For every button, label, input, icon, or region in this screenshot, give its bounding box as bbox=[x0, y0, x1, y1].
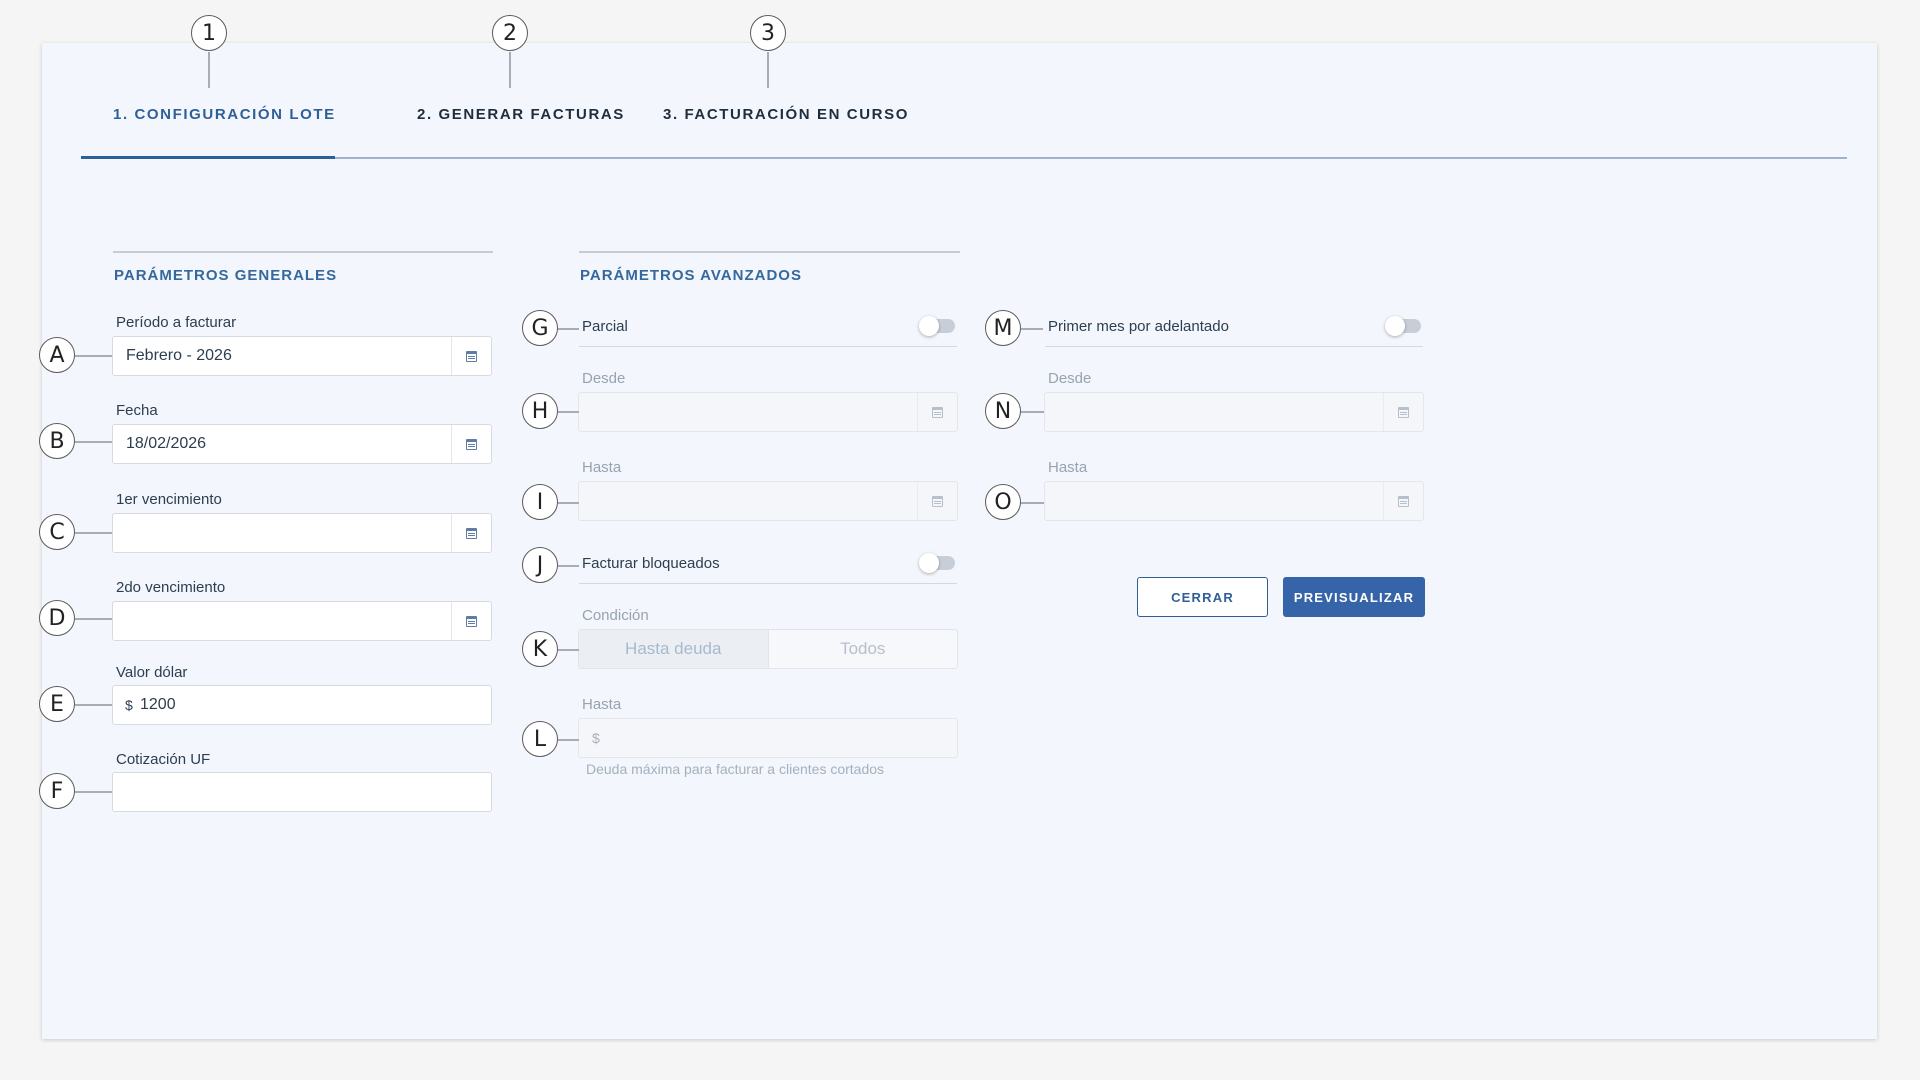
callout-d: D bbox=[39, 600, 75, 636]
desde-label: Desde bbox=[582, 370, 626, 387]
section-rule bbox=[579, 251, 960, 253]
callout-a: A bbox=[39, 337, 75, 373]
callout-leader bbox=[558, 649, 579, 651]
adelantado-desde-label: Desde bbox=[1048, 370, 1092, 387]
valor-dolar-field[interactable]: $ 1200 bbox=[112, 685, 492, 725]
callout-k: K bbox=[522, 631, 558, 667]
calendar-icon[interactable] bbox=[1383, 482, 1423, 520]
callout-leader bbox=[75, 618, 112, 620]
callout-leader bbox=[509, 52, 511, 88]
callout-leader bbox=[208, 52, 210, 88]
callout-leader bbox=[75, 704, 112, 706]
fecha-field[interactable]: 18/02/2026 bbox=[112, 424, 492, 464]
calendar-icon[interactable] bbox=[1383, 393, 1423, 431]
callout-leader bbox=[75, 441, 112, 443]
callout-leader bbox=[1021, 502, 1044, 504]
callout-o: O bbox=[985, 484, 1021, 520]
callout-j: J bbox=[522, 547, 558, 583]
tab-facturacion-en-curso[interactable]: 3. FACTURACIÓN EN CURSO bbox=[663, 106, 909, 123]
currency-prefix: $ bbox=[125, 697, 133, 713]
cotizacion-uf-field[interactable] bbox=[112, 772, 492, 812]
hasta-deuda-label: Hasta bbox=[582, 696, 622, 713]
bloqueados-toggle[interactable] bbox=[919, 553, 955, 573]
primer-mes-row: Primer mes por adelantado bbox=[1045, 307, 1423, 347]
parcial-label: Parcial bbox=[582, 318, 628, 335]
callout-h: H bbox=[522, 393, 558, 429]
cotizacion-uf-label: Cotización UF bbox=[116, 751, 211, 768]
periodo-label: Período a facturar bbox=[116, 314, 237, 331]
hasta-label: Hasta bbox=[582, 459, 622, 476]
callout-leader bbox=[558, 739, 579, 741]
periodo-value: Febrero - 2026 bbox=[126, 347, 232, 364]
callout-b: B bbox=[39, 423, 75, 459]
bloqueados-row: Facturar bloqueados bbox=[579, 544, 957, 584]
hasta-deuda-hint: Deuda máxima para facturar a clientes co… bbox=[586, 761, 885, 777]
vencimiento2-label: 2do vencimiento bbox=[116, 579, 226, 596]
tab-generar-facturas[interactable]: 2. GENERAR FACTURAS bbox=[417, 106, 625, 123]
calendar-icon[interactable] bbox=[917, 482, 957, 520]
parcial-desde-field[interactable] bbox=[578, 392, 958, 432]
callout-leader bbox=[558, 502, 579, 504]
parcial-toggle[interactable] bbox=[919, 316, 955, 336]
step-callout-2: 2 bbox=[492, 15, 528, 51]
primer-mes-toggle[interactable] bbox=[1385, 316, 1421, 336]
previsualizar-button[interactable]: PREVISUALIZAR bbox=[1283, 577, 1425, 617]
tabs-divider bbox=[81, 157, 1847, 159]
cerrar-button[interactable]: CERRAR bbox=[1137, 577, 1268, 617]
section-title-general: PARÁMETROS GENERALES bbox=[114, 267, 338, 284]
valor-dolar-value: 1200 bbox=[140, 696, 176, 713]
calendar-icon[interactable] bbox=[917, 393, 957, 431]
callout-leader bbox=[558, 411, 579, 413]
callout-f: F bbox=[39, 773, 75, 809]
parcial-hasta-field[interactable] bbox=[578, 481, 958, 521]
step-callout-1: 1 bbox=[191, 15, 227, 51]
vencimiento1-field[interactable] bbox=[112, 513, 492, 553]
fecha-label: Fecha bbox=[116, 402, 158, 419]
callout-leader bbox=[1021, 411, 1044, 413]
adelantado-hasta-label: Hasta bbox=[1048, 459, 1088, 476]
calendar-icon[interactable] bbox=[451, 602, 491, 640]
bloqueados-label: Facturar bloqueados bbox=[582, 555, 720, 572]
callout-leader bbox=[1021, 328, 1043, 330]
section-rule bbox=[113, 251, 493, 253]
condicion-option-hasta-deuda[interactable]: Hasta deuda bbox=[579, 630, 769, 668]
callout-leader bbox=[558, 565, 579, 567]
step-callout-3: 3 bbox=[750, 15, 786, 51]
callout-c: C bbox=[39, 514, 75, 550]
callout-leader bbox=[767, 52, 769, 88]
calendar-icon[interactable] bbox=[451, 425, 491, 463]
active-tab-indicator bbox=[81, 156, 335, 159]
periodo-field[interactable]: Febrero - 2026 bbox=[112, 336, 492, 376]
calendar-icon[interactable] bbox=[451, 337, 491, 375]
adelantado-desde-field[interactable] bbox=[1044, 392, 1424, 432]
vencimiento2-field[interactable] bbox=[112, 601, 492, 641]
callout-leader bbox=[75, 791, 112, 793]
callout-leader bbox=[75, 355, 112, 357]
callout-leader bbox=[75, 532, 112, 534]
callout-e: E bbox=[39, 686, 75, 722]
valor-dolar-label: Valor dólar bbox=[116, 664, 188, 681]
parcial-row: Parcial bbox=[579, 307, 957, 347]
hasta-deuda-field[interactable]: $ bbox=[578, 718, 958, 758]
adelantado-hasta-field[interactable] bbox=[1044, 481, 1424, 521]
callout-i: I bbox=[522, 484, 558, 520]
fecha-value: 18/02/2026 bbox=[126, 435, 207, 452]
vencimiento1-label: 1er vencimiento bbox=[116, 491, 222, 508]
tab-configuracion-lote[interactable]: 1. CONFIGURACIÓN LOTE bbox=[113, 106, 336, 123]
currency-prefix: $ bbox=[592, 730, 600, 746]
condicion-label: Condición bbox=[582, 607, 649, 624]
primer-mes-label: Primer mes por adelantado bbox=[1048, 318, 1229, 335]
condicion-segmented: Hasta deuda Todos bbox=[578, 629, 958, 669]
callout-l: L bbox=[522, 721, 558, 757]
section-title-advanced: PARÁMETROS AVANZADOS bbox=[580, 267, 802, 284]
callout-g: G bbox=[522, 310, 558, 346]
calendar-icon[interactable] bbox=[451, 514, 491, 552]
condicion-option-todos[interactable]: Todos bbox=[769, 630, 958, 668]
callout-m: M bbox=[985, 310, 1021, 346]
callout-n: N bbox=[985, 393, 1021, 429]
callout-leader bbox=[558, 328, 579, 330]
